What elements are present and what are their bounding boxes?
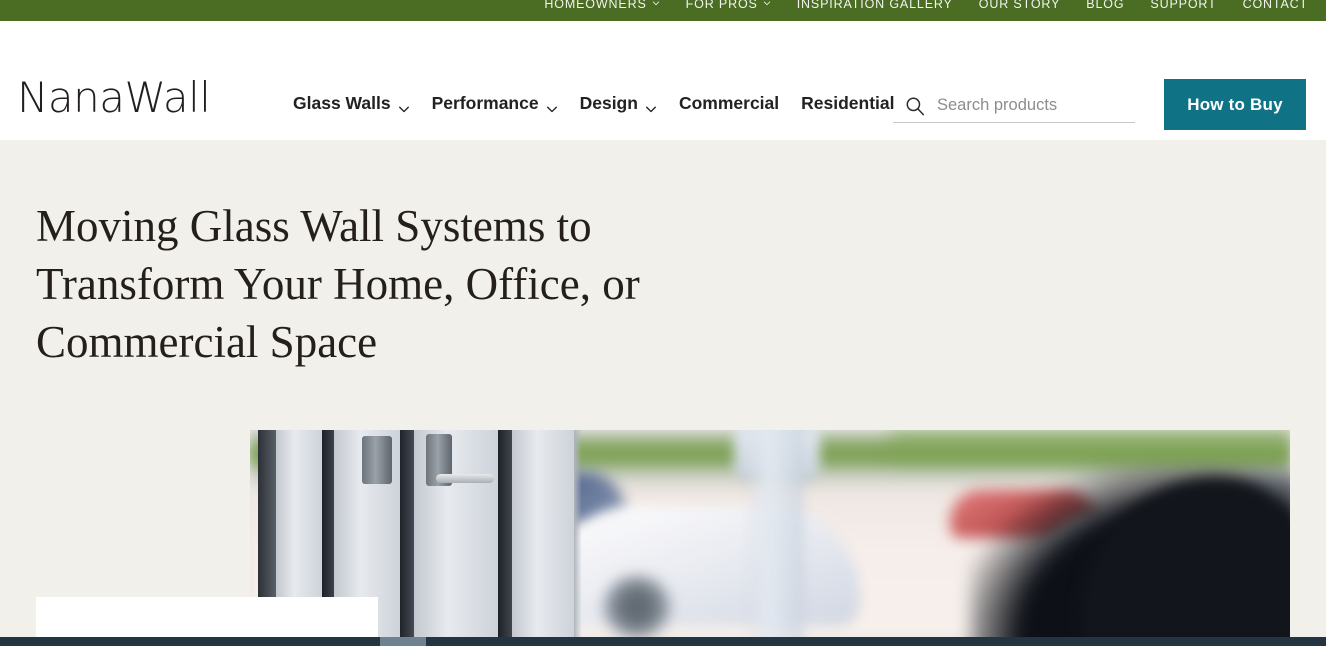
hero-image-content [250, 430, 1290, 637]
frame-handle [436, 474, 494, 483]
nav-item-label: Performance [431, 93, 539, 113]
utility-nav-label: INSPIRATION GALLERY [796, 0, 953, 11]
utility-nav-list: HOMEOWNERS FOR PROS INSPIRATION GALLERY … [544, 0, 1308, 11]
accordion-header[interactable]: Limitless Versatility [36, 597, 378, 637]
utility-nav-label: BLOG [1086, 0, 1125, 11]
horizontal-scrollbar-track[interactable] [0, 637, 1326, 646]
car-wheel [604, 576, 670, 637]
utility-nav-item-for-pros[interactable]: FOR PROS [686, 0, 771, 11]
hero-section: Moving Glass Wall Systems to Transform Y… [0, 140, 1326, 637]
utility-nav-label: FOR PROS [685, 0, 758, 11]
utility-nav-item-support[interactable]: SUPPORT [1150, 0, 1216, 11]
horizontal-scrollbar-thumb[interactable] [380, 637, 426, 646]
background-grass-right [890, 430, 1290, 470]
utility-nav-label: OUR STORY [978, 0, 1061, 11]
nav-item-residential[interactable]: Residential [801, 93, 894, 114]
utility-nav-label: CONTACT [1242, 0, 1308, 11]
nav-item-performance[interactable]: Performance [432, 93, 558, 114]
blurred-white-car [560, 506, 860, 637]
utility-nav-bar: HOMEOWNERS FOR PROS INSPIRATION GALLERY … [0, 0, 1326, 21]
utility-nav-item-contact[interactable]: CONTACT [1243, 0, 1308, 11]
chevron-down-icon [546, 99, 558, 112]
chevron-down-icon [652, 0, 660, 7]
utility-nav-label: HOMEOWNERS [544, 0, 647, 11]
main-navigation: Glass Walls Performance Design Commercia… [293, 93, 895, 114]
chevron-down-icon [645, 99, 657, 112]
chevron-down-icon [398, 99, 410, 112]
frame-mullion [498, 430, 512, 637]
nav-item-glass-walls[interactable]: Glass Walls [293, 93, 410, 114]
nav-item-label: Glass Walls [293, 93, 391, 113]
utility-nav-item-our-story[interactable]: OUR STORY [979, 0, 1061, 11]
nav-item-commercial[interactable]: Commercial [679, 93, 779, 114]
search-icon [905, 96, 925, 116]
frame-hinge [362, 436, 392, 484]
frame-mullion [400, 430, 414, 637]
frame-panel [512, 430, 574, 637]
light-post [748, 430, 804, 637]
utility-nav-item-blog[interactable]: BLOG [1086, 0, 1124, 11]
how-to-buy-button[interactable]: How to Buy [1164, 79, 1306, 130]
hero-image [250, 430, 1290, 637]
utility-nav-label: SUPPORT [1150, 0, 1217, 11]
chevron-down-icon [763, 0, 771, 7]
accordion-card: Limitless Versatility With our folding, … [36, 597, 378, 637]
utility-nav-item-homeowners[interactable]: HOMEOWNERS [544, 0, 659, 11]
nav-item-label: Commercial [678, 93, 780, 113]
nav-item-label: Residential [801, 93, 895, 113]
search-input[interactable] [937, 96, 1117, 115]
nav-item-label: Design [579, 93, 638, 113]
search-bar[interactable] [893, 89, 1135, 123]
frame-edge [574, 430, 582, 637]
utility-nav-item-inspiration-gallery[interactable]: INSPIRATION GALLERY [797, 0, 953, 11]
nav-item-design[interactable]: Design [580, 93, 657, 114]
main-header: NanaWall Glass Walls Performance Design … [0, 21, 1326, 140]
page-title: Moving Glass Wall Systems to Transform Y… [36, 201, 640, 367]
site-logo[interactable]: NanaWall [17, 77, 211, 119]
